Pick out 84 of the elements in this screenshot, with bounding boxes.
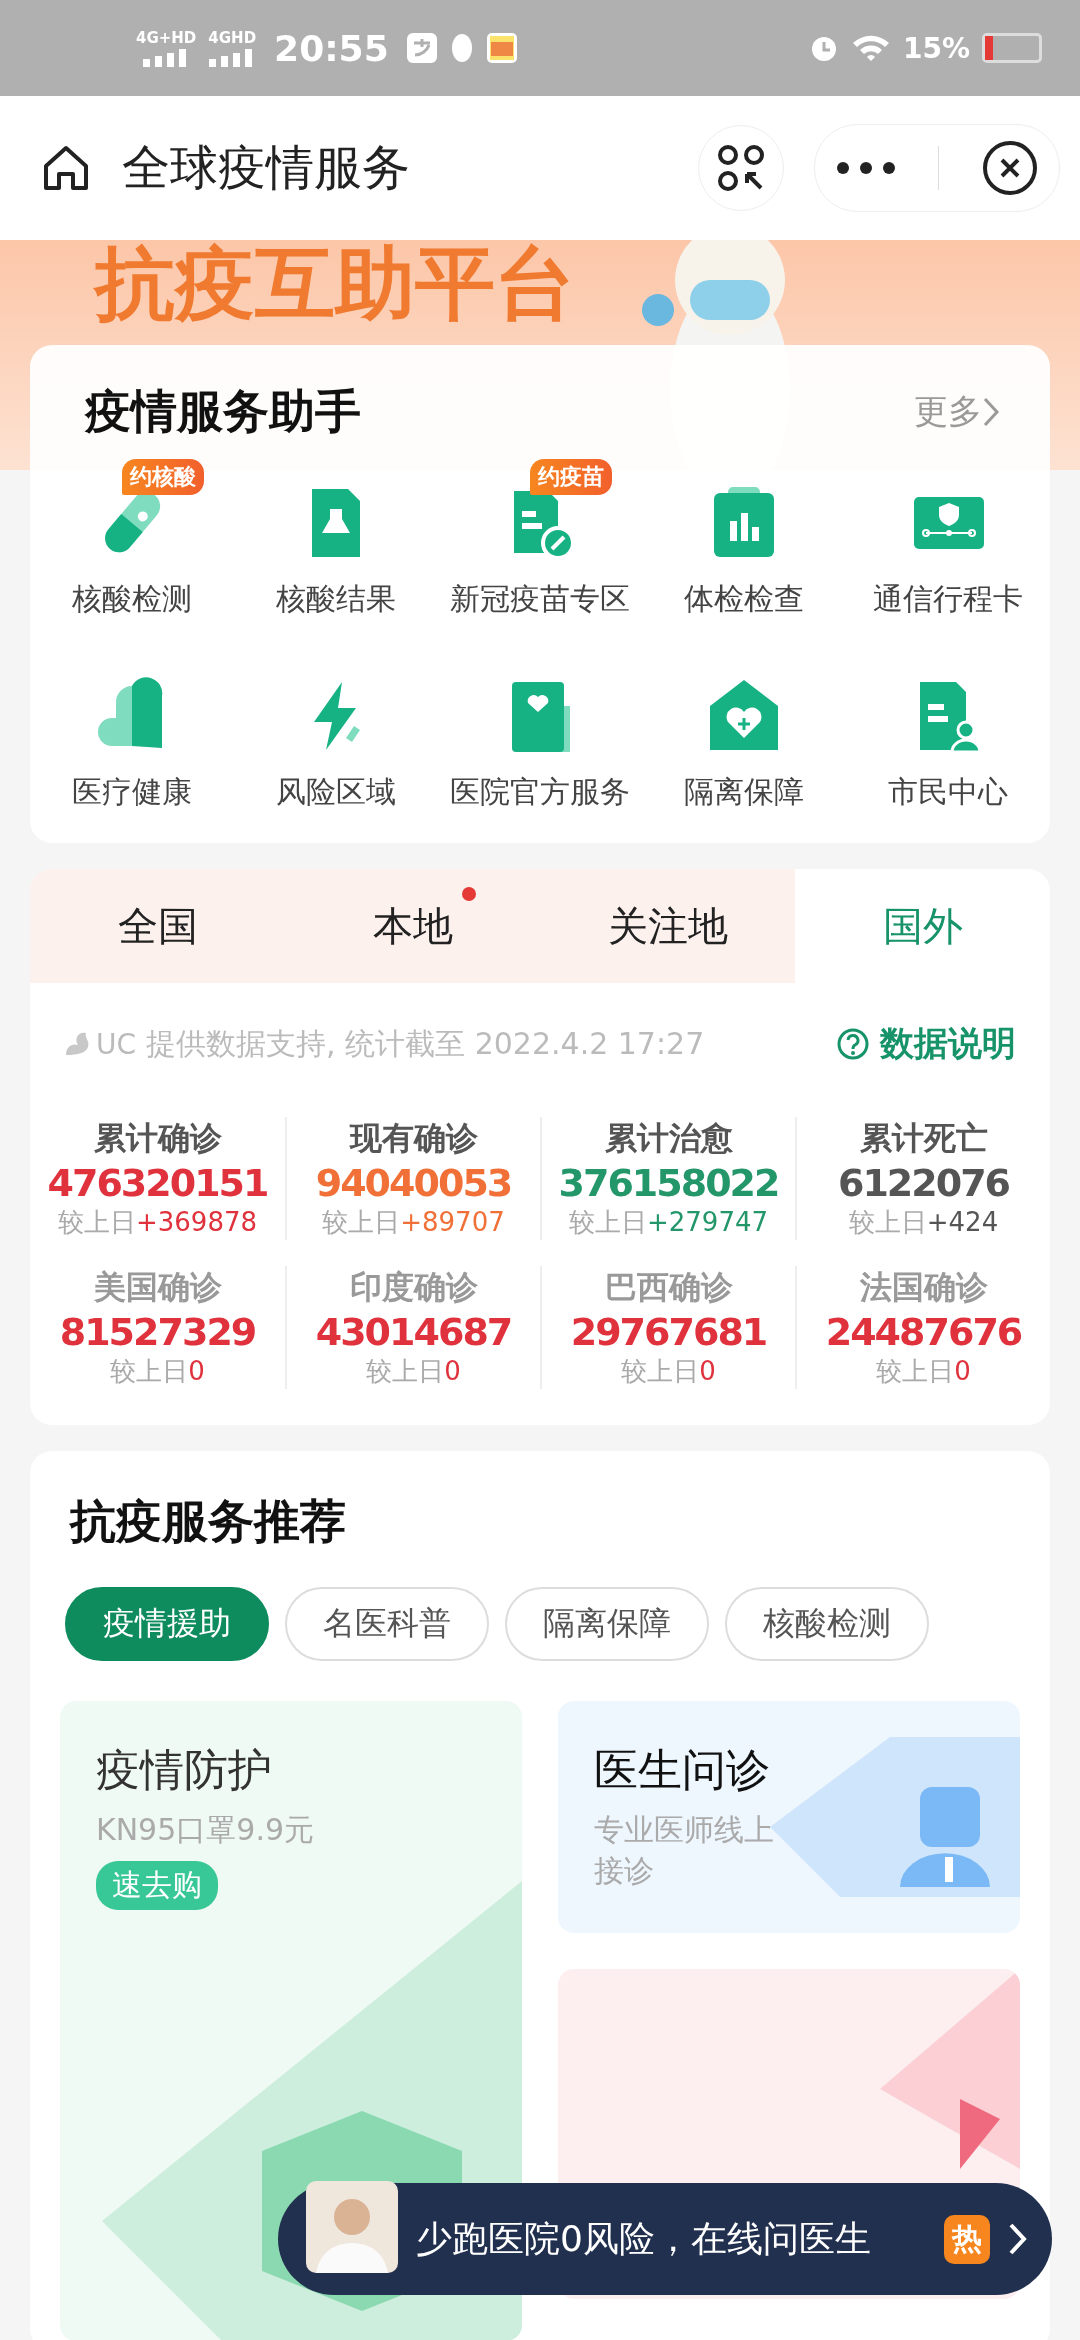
stat-label: 现有确诊 (349, 1118, 478, 1159)
stat-label: 累计治愈 (604, 1118, 733, 1159)
stat-value: 29767681 (570, 1310, 767, 1354)
service-label: 风险区域 (276, 773, 396, 811)
chevron-right-icon (1008, 2222, 1028, 2256)
stat-change: 较上日 0 (621, 1355, 716, 1388)
service-label: 医疗健康 (72, 773, 192, 811)
stat-label: 美国确诊 (93, 1267, 222, 1308)
service-item[interactable]: 市民中心 (846, 650, 1050, 813)
stat-value: 43014687 (315, 1310, 512, 1354)
banner-title: 抗疫互助平台 (95, 240, 575, 328)
region-tab[interactable]: 国外 (795, 869, 1050, 983)
service-label: 核酸检测 (72, 580, 192, 618)
stat-value: 24487676 (825, 1310, 1022, 1354)
filter-chip[interactable]: 疫情援助 (65, 1587, 269, 1661)
service-item[interactable]: 核酸结果 (234, 457, 438, 620)
app-icon (486, 33, 517, 63)
stat-value: 81527329 (59, 1310, 256, 1354)
data-source-note: 提供数据支持, 统计截至 2022.4.2 17:27 (146, 1024, 706, 1063)
help-icon (836, 1027, 870, 1061)
region-tab[interactable]: 本地 (285, 869, 540, 983)
more-button[interactable] (836, 161, 897, 175)
service-item[interactable]: 约核酸 核酸检测 (30, 457, 234, 620)
card-subtitle: 专业医师线上接诊 (594, 1811, 775, 1890)
stat-label: 巴西确诊 (604, 1267, 733, 1308)
service-badge: 约疫苗 (530, 459, 612, 495)
service-badge: 约核酸 (122, 459, 204, 495)
data-explanation-link[interactable]: 数据说明 (836, 1021, 1016, 1067)
card-title: 医生问诊 (594, 1743, 770, 1797)
stat-value: 94040053 (315, 1161, 512, 1205)
card-subtitle: KN95口罩9.9元 (96, 1811, 314, 1849)
service-label: 市民中心 (888, 773, 1008, 811)
region-tab[interactable]: 全国 (30, 869, 285, 983)
service-label: 核酸结果 (276, 580, 396, 618)
scan-icon (717, 144, 765, 192)
service-label: 新冠疫苗专区 (450, 580, 630, 618)
stat-label: 印度确诊 (349, 1267, 478, 1308)
close-button[interactable] (981, 140, 1038, 196)
app-icon (406, 33, 437, 63)
service-item[interactable]: 隔离保障 (642, 650, 846, 813)
stat-change: 较上日+424 (848, 1206, 999, 1239)
close-icon (981, 140, 1038, 196)
page-title: 全球疫情服务 (122, 138, 411, 197)
service-item[interactable]: 医疗健康 (30, 650, 234, 813)
network-label: 4GHD (208, 29, 257, 47)
stat-value: 6122076 (837, 1161, 1010, 1205)
service-card[interactable]: 医生问诊 专业医师线上接诊 (558, 1701, 1020, 1933)
stat-label: 法国确诊 (859, 1267, 988, 1308)
hot-badge: 热 (944, 2214, 990, 2264)
avatar-icon (306, 2181, 398, 2273)
service-label: 体检检查 (684, 580, 804, 618)
promo-toast[interactable]: 少跑医院0风险，在线问医生 热 (278, 2183, 1052, 2295)
clock-time: 20:55 (274, 27, 389, 69)
section-title: 疫情服务助手 (85, 383, 362, 440)
stat-change: 较上日+89707 (322, 1206, 505, 1239)
stat-change: 较上日+279747 (568, 1206, 768, 1239)
more-icon (836, 161, 897, 175)
battery-icon (982, 33, 1042, 63)
section-title: 抗疫服务推荐 (68, 1493, 347, 1550)
battery-percent: 15% (902, 31, 970, 65)
service-item[interactable]: 通信行程卡 (846, 457, 1050, 620)
card-title: 疫情防护 (96, 1743, 272, 1797)
stat-change: 较上日 0 (366, 1355, 461, 1388)
service-label: 隔离保障 (684, 773, 804, 811)
service-item[interactable]: 体检检查 (642, 457, 846, 620)
filter-chip[interactable]: 隔离保障 (505, 1587, 709, 1661)
stat-label: 累计死亡 (859, 1118, 988, 1159)
stat-change: 较上日 0 (110, 1355, 205, 1388)
service-label: 医院官方服务 (450, 773, 630, 811)
stat-change: 较上日 0 (876, 1355, 971, 1388)
stat-value: 476320151 (47, 1161, 268, 1205)
filter-chip[interactable]: 核酸检测 (725, 1587, 929, 1661)
stat-value: 376158022 (558, 1161, 779, 1205)
service-item[interactable]: 医院官方服务 (438, 650, 642, 813)
stat-change: 较上日+369878 (57, 1206, 257, 1239)
source-logo-text: UC (96, 1027, 137, 1061)
region-tab[interactable]: 关注地 (540, 869, 795, 983)
service-label: 通信行程卡 (873, 580, 1023, 618)
service-item[interactable]: 风险区域 (234, 650, 438, 813)
filter-chip[interactable]: 名医科普 (285, 1587, 489, 1661)
service-item[interactable]: 约疫苗 新冠疫苗专区 (438, 457, 642, 620)
stat-label: 累计确诊 (93, 1118, 222, 1159)
chevron-right-icon (982, 396, 1000, 428)
network-label: 4G+HD (136, 29, 197, 47)
